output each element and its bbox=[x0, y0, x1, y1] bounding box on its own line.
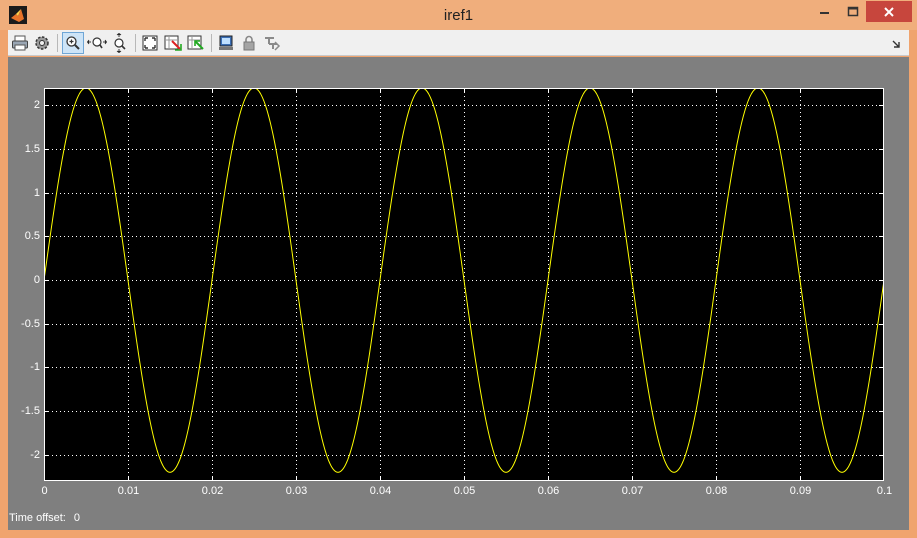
autoscale-icon bbox=[142, 35, 158, 51]
signal-selection-button[interactable] bbox=[261, 32, 283, 54]
window-title: iref1 bbox=[443, 7, 474, 24]
autoscale-button[interactable] bbox=[139, 32, 161, 54]
y-tick-label: -2 bbox=[30, 448, 40, 461]
zoom-x-icon bbox=[87, 37, 107, 49]
time-offset-label: Time offset: bbox=[9, 512, 66, 524]
lock-icon bbox=[243, 35, 255, 51]
print-icon bbox=[12, 35, 28, 51]
print-button[interactable] bbox=[9, 32, 31, 54]
parameters-button[interactable] bbox=[31, 32, 53, 54]
save-axes-icon bbox=[164, 35, 182, 51]
y-tick-label: -1 bbox=[30, 360, 40, 373]
y-tick-label: 2 bbox=[33, 98, 40, 111]
floating-scope-button[interactable] bbox=[215, 32, 237, 54]
maximize-button[interactable] bbox=[839, 1, 867, 23]
floating-scope-icon bbox=[219, 35, 233, 50]
x-tick-label: 0.06 bbox=[537, 485, 560, 497]
title-bar[interactable]: iref1 bbox=[0, 0, 917, 30]
y-tick-label: -0.5 bbox=[21, 317, 40, 330]
zoom-y-button[interactable] bbox=[109, 32, 131, 54]
restore-axes-icon bbox=[187, 35, 204, 50]
x-tick-label: 0.02 bbox=[201, 485, 224, 497]
restore-axes-button[interactable] bbox=[185, 32, 207, 54]
signal-selection-icon bbox=[265, 37, 281, 51]
time-offset-value: 0 bbox=[73, 512, 80, 524]
y-tick-label: 1 bbox=[33, 186, 40, 199]
x-tick-label: 0.09 bbox=[789, 485, 812, 497]
x-tick-label: 0.01 bbox=[117, 485, 140, 497]
chevron-down-icon bbox=[892, 40, 900, 48]
toolbar bbox=[8, 30, 909, 56]
minimize-icon bbox=[820, 12, 829, 14]
maximize-icon bbox=[847, 6, 859, 17]
minimize-button[interactable] bbox=[811, 1, 839, 23]
y-tick-label: 1.5 bbox=[24, 142, 40, 155]
toolbar-separator bbox=[135, 34, 136, 52]
lock-button[interactable] bbox=[238, 32, 260, 54]
toolbar-overflow-button[interactable] bbox=[888, 32, 904, 54]
save-axes-button[interactable] bbox=[162, 32, 184, 54]
zoom-in-icon bbox=[66, 36, 80, 50]
y-tick-label: -1.5 bbox=[21, 404, 40, 417]
scope-axes[interactable] bbox=[44, 88, 884, 481]
y-tick-label: 0.5 bbox=[24, 229, 40, 242]
time-offset-readout: Time offset: 0 bbox=[9, 512, 88, 524]
parameters-icon bbox=[35, 36, 49, 50]
x-tick-label: 0.08 bbox=[705, 485, 728, 497]
x-tick-label: 0.1 bbox=[876, 485, 893, 497]
close-icon bbox=[884, 6, 894, 17]
scope-window: iref1 2 1.5 1 0.5 0 -0.5 -1 -1.5 -2 0 0.… bbox=[0, 0, 917, 538]
toolbar-separator bbox=[57, 34, 58, 52]
zoom-x-button[interactable] bbox=[86, 32, 108, 54]
zoom-y-icon bbox=[114, 33, 126, 53]
close-button[interactable] bbox=[866, 1, 912, 22]
toolbar-separator bbox=[211, 34, 212, 52]
zoom-in-button[interactable] bbox=[62, 32, 84, 54]
x-tick-label: 0.04 bbox=[369, 485, 392, 497]
x-tick-label: 0.03 bbox=[285, 485, 308, 497]
x-tick-label: 0.07 bbox=[621, 485, 644, 497]
y-tick-label: 0 bbox=[33, 273, 40, 286]
x-tick-label: 0 bbox=[41, 485, 48, 497]
x-tick-label: 0.05 bbox=[453, 485, 476, 497]
